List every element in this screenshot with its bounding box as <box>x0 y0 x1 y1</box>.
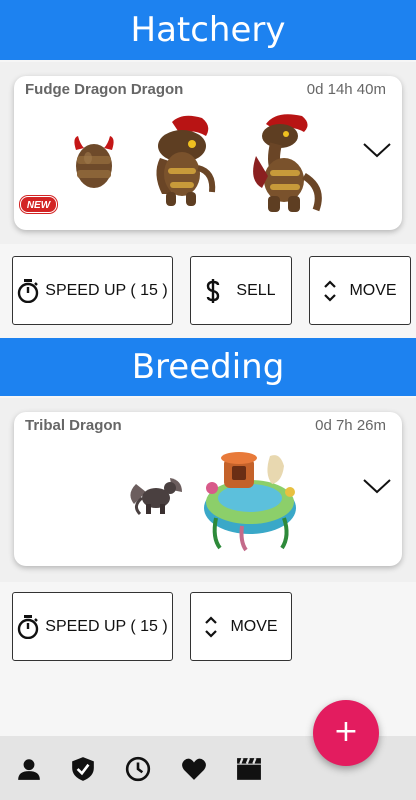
speed-up-label: SPEED UP ( 15 ) <box>45 281 168 299</box>
breeding-timer: 0d 7h 26m <box>315 417 386 434</box>
breeding-card[interactable]: Tribal Dragon 0d 7h 26m <box>14 412 402 566</box>
clapperboard-icon[interactable] <box>236 756 262 782</box>
move-label: MOVE <box>349 281 397 299</box>
breeding-speed-up-button[interactable]: SPEED UP ( 15 ) <box>12 592 173 661</box>
person-icon[interactable] <box>16 756 42 782</box>
hatchery-card-area: Fudge Dragon Dragon 0d 14h 40m NEW <box>0 62 416 244</box>
hatchery-title: Hatchery <box>130 10 286 50</box>
clock-icon[interactable] <box>125 756 151 782</box>
hatchery-header: Hatchery <box>0 0 416 60</box>
baby-dragon-image <box>156 115 216 206</box>
speed-up-label: SPEED UP ( 15 ) <box>45 617 168 635</box>
breeding-island-image <box>204 452 296 552</box>
hatchery-move-button[interactable]: MOVE <box>309 256 411 325</box>
new-badge: NEW <box>20 196 57 213</box>
dragon-egg-image <box>74 136 114 188</box>
dollar-icon <box>207 278 220 303</box>
unfold-icon <box>324 279 337 302</box>
breeding-dragon-name: Tribal Dragon <box>25 417 122 434</box>
stopwatch-icon <box>18 278 39 303</box>
adult-dragon-image <box>253 114 322 212</box>
unfold-icon <box>205 615 218 638</box>
hatchery-dragon-name: Fudge Dragon Dragon <box>25 81 184 98</box>
breeding-card-area: Tribal Dragon 0d 7h 26m <box>0 398 416 582</box>
sell-button[interactable]: SELL <box>190 256 292 325</box>
chevron-down-icon[interactable] <box>362 140 392 160</box>
sell-label: SELL <box>236 281 276 299</box>
add-button[interactable]: + <box>313 700 379 766</box>
breeding-header: Breeding <box>0 338 416 396</box>
chevron-down-icon[interactable] <box>362 476 392 496</box>
hatchery-card[interactable]: Fudge Dragon Dragon 0d 14h 40m NEW <box>14 76 402 230</box>
move-label: MOVE <box>230 617 278 635</box>
stopwatch-icon <box>18 614 39 639</box>
shield-check-icon[interactable] <box>70 756 96 782</box>
breeding-title: Breeding <box>131 347 285 387</box>
hatchery-timer: 0d 14h 40m <box>306 81 386 98</box>
hatchery-speed-up-button[interactable]: SPEED UP ( 15 ) <box>12 256 173 325</box>
breeding-move-button[interactable]: MOVE <box>190 592 292 661</box>
heart-icon[interactable] <box>181 756 207 782</box>
tribal-dragon-image <box>130 478 182 516</box>
